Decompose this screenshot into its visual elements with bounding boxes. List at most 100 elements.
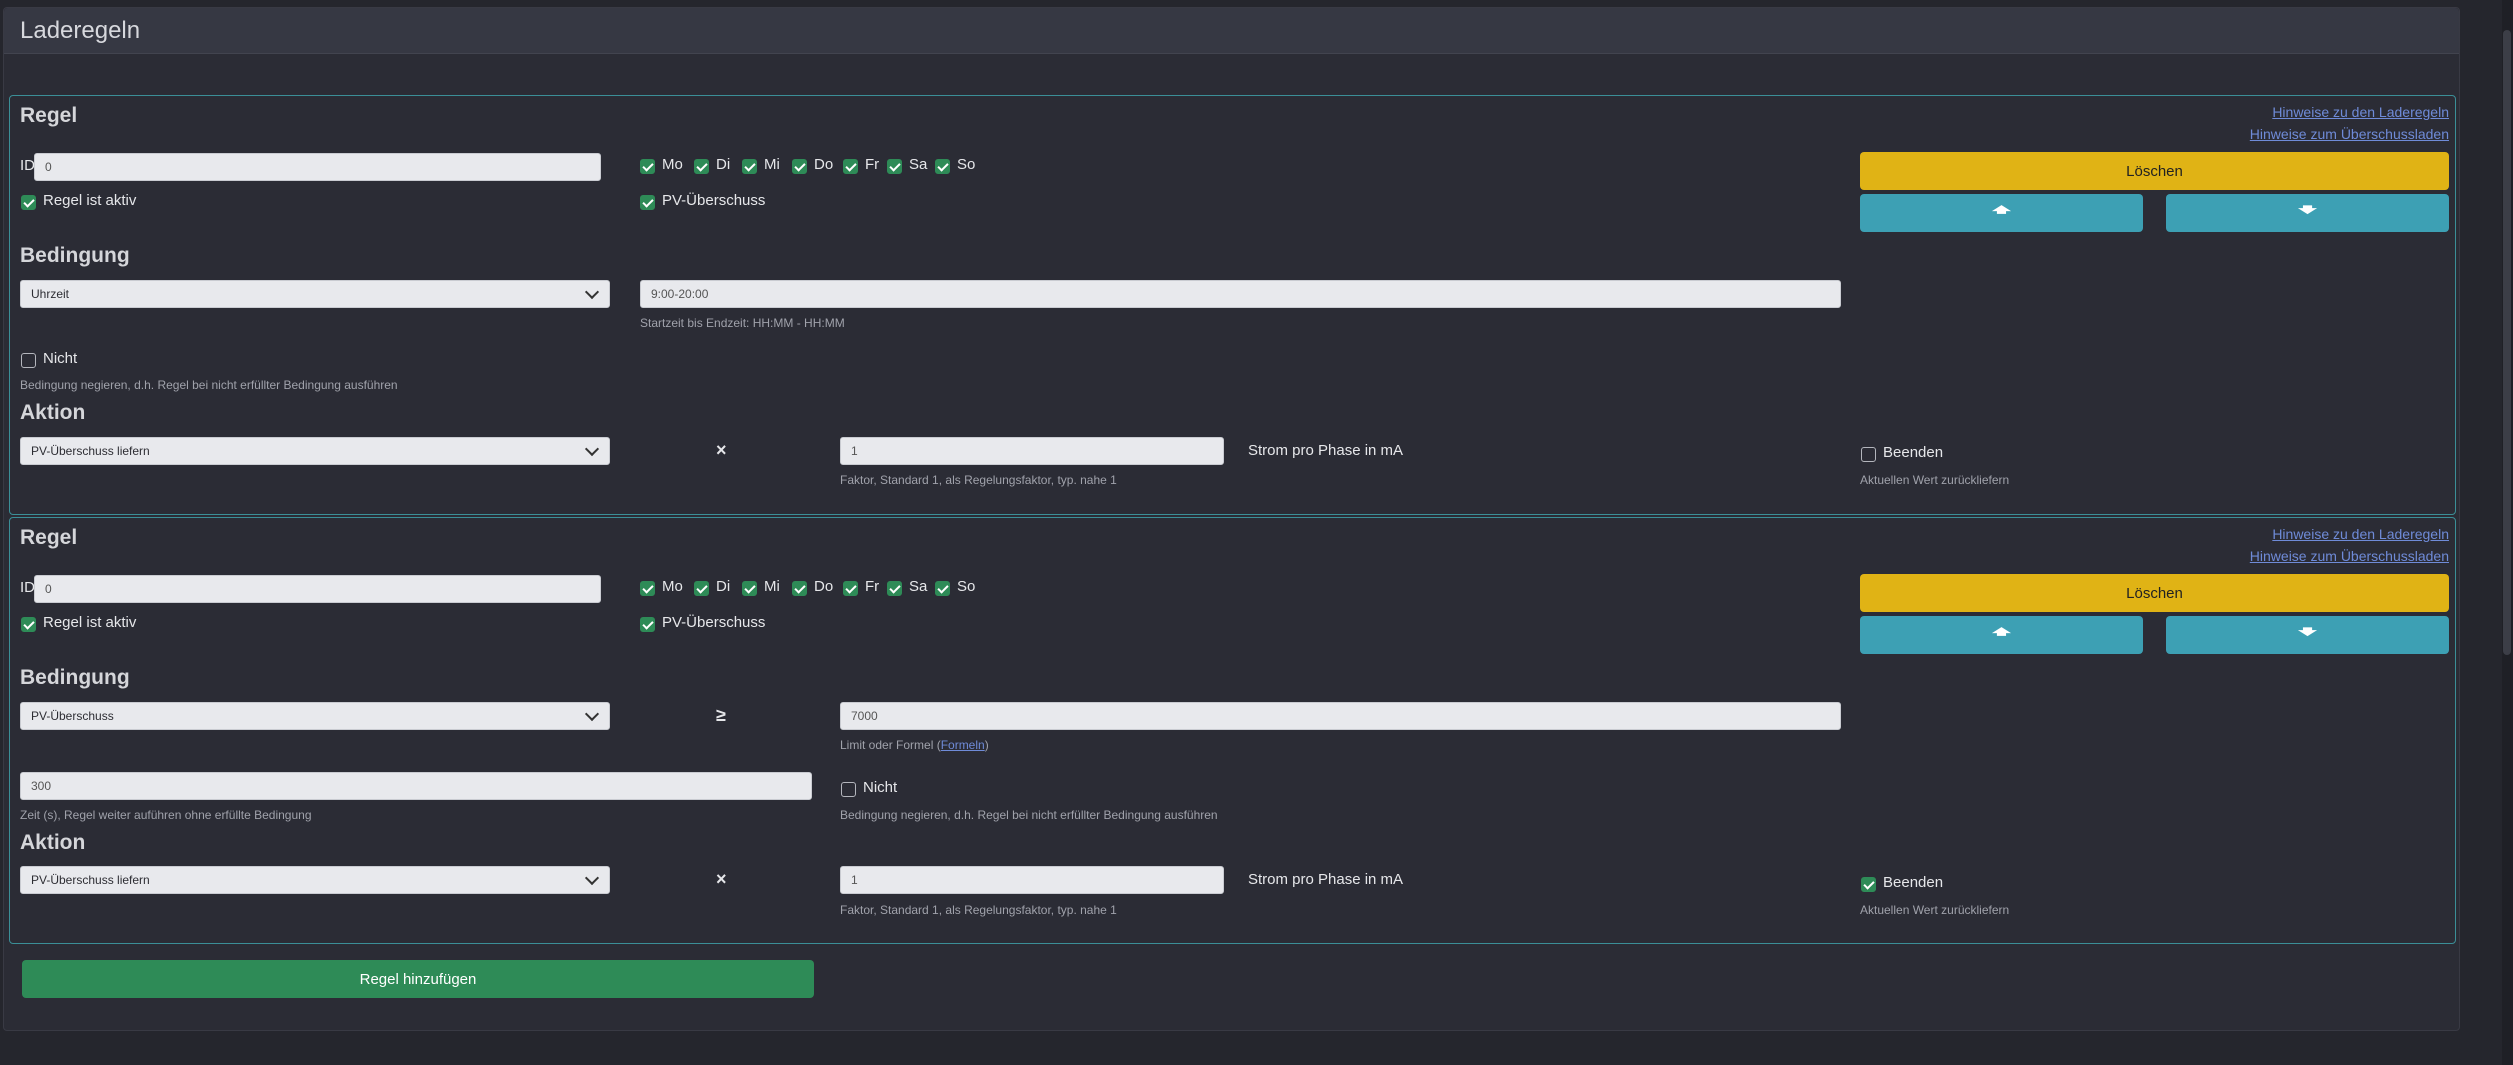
checkbox-do[interactable] — [792, 159, 807, 174]
checkbox-mo[interactable] — [640, 159, 655, 174]
condition-help: Limit oder Formel (Formeln) — [840, 738, 989, 752]
delete-button[interactable]: Löschen — [1860, 152, 2449, 190]
day-label-mo: Mo — [662, 156, 683, 173]
add-rule-button[interactable]: Regel hinzufügen — [22, 960, 814, 998]
day-label-sa: Sa — [909, 156, 928, 173]
link-laderegeln-hints[interactable]: Hinweise zu den Laderegeln — [2272, 104, 2449, 120]
rule-heading: Regel — [20, 526, 78, 549]
condition-type-value: PV-Überschuss — [31, 709, 114, 723]
weekday-selector: Mo Di Mi Do Fr Sa So — [640, 576, 1040, 600]
checkbox-pv-surplus[interactable] — [640, 195, 655, 210]
end-help: Aktuellen Wert zurückliefern — [1860, 473, 2010, 487]
checkbox-rule-active[interactable] — [21, 617, 36, 632]
delete-button[interactable]: Löschen — [1860, 574, 2449, 612]
chevron-down-icon — [584, 706, 600, 721]
day-label-di: Di — [716, 578, 731, 595]
factor-input[interactable]: 1 — [840, 437, 1224, 465]
not-label: Nicht — [43, 350, 78, 367]
time-input[interactable]: 300 — [20, 772, 812, 800]
link-ueberschuss-hints[interactable]: Hinweise zum Überschussladen — [2250, 548, 2449, 564]
unit-label: Strom pro Phase in mA — [1248, 871, 1404, 888]
arrow-down-icon: 🡃 — [2298, 622, 2317, 642]
factor-help: Faktor, Standard 1, als Regelungsfaktor,… — [840, 903, 1117, 917]
checkbox-mo[interactable] — [640, 581, 655, 596]
link-ueberschuss-hints[interactable]: Hinweise zum Überschussladen — [2250, 126, 2449, 142]
end-help: Aktuellen Wert zurückliefern — [1860, 903, 2010, 917]
rule-active-label: Regel ist aktiv — [43, 192, 137, 209]
action-type-value: PV-Überschuss liefern — [31, 444, 150, 458]
arrow-up-icon: 🡁 — [1992, 200, 2011, 220]
arrow-down-icon: 🡃 — [2298, 200, 2317, 220]
condition-help-prefix: Limit oder Formel ( — [840, 738, 941, 752]
day-label-fr: Fr — [865, 156, 880, 173]
checkbox-fr[interactable] — [843, 159, 858, 174]
move-down-button[interactable]: 🡃 — [2166, 194, 2449, 232]
end-label: Beenden — [1883, 874, 1944, 891]
action-type-select[interactable]: PV-Überschuss liefern — [20, 866, 610, 894]
day-label-sa: Sa — [909, 578, 928, 595]
checkbox-fr[interactable] — [843, 581, 858, 596]
checkbox-di[interactable] — [694, 581, 709, 596]
chevron-down-icon — [584, 870, 600, 885]
condition-help-suffix: ) — [984, 738, 989, 752]
condition-value-input[interactable]: 7000 — [840, 702, 1841, 730]
checkbox-mi[interactable] — [742, 159, 757, 174]
checkbox-sa[interactable] — [887, 159, 902, 174]
time-help: Zeit (s), Regel weiter auführen ohne erf… — [20, 808, 312, 822]
checkbox-di[interactable] — [694, 159, 709, 174]
id-label: ID — [20, 579, 35, 596]
condition-type-select[interactable]: PV-Überschuss — [20, 702, 610, 730]
greater-equal-icon: ≥ — [716, 705, 726, 725]
not-help: Bedingung negieren, d.h. Regel bei nicht… — [840, 808, 1218, 822]
pv-surplus-label: PV-Überschuss — [662, 192, 766, 209]
day-label-di: Di — [716, 156, 731, 173]
rule-active-label: Regel ist aktiv — [43, 614, 137, 631]
checkbox-mi[interactable] — [742, 581, 757, 596]
move-down-button[interactable]: 🡃 — [2166, 616, 2449, 654]
chevron-down-icon — [584, 284, 600, 299]
checkbox-so[interactable] — [935, 159, 950, 174]
not-help: Bedingung negieren, d.h. Regel bei nicht… — [20, 378, 398, 392]
arrow-up-icon: 🡁 — [1992, 622, 2011, 642]
not-label: Nicht — [863, 779, 898, 796]
day-label-mo: Mo — [662, 578, 683, 595]
condition-help: Startzeit bis Endzeit: HH:MM - HH:MM — [640, 316, 845, 330]
condition-value-input[interactable]: 9:00-20:00 — [640, 280, 1841, 308]
day-label-so: So — [957, 156, 976, 173]
condition-type-value: Uhrzeit — [31, 287, 70, 301]
day-label-fr: Fr — [865, 578, 880, 595]
checkbox-not[interactable] — [841, 782, 856, 797]
checkbox-pv-surplus[interactable] — [640, 617, 655, 632]
id-input[interactable]: 0 — [34, 575, 601, 603]
checkbox-so[interactable] — [935, 581, 950, 596]
formeln-link[interactable]: Formeln — [941, 738, 985, 752]
page-title: Laderegeln — [20, 17, 141, 44]
checkbox-not[interactable] — [21, 353, 36, 368]
card-header: Laderegeln — [4, 8, 2459, 54]
multiply-icon: × — [716, 869, 727, 889]
chevron-down-icon — [584, 441, 600, 456]
day-label-mi: Mi — [764, 578, 780, 595]
link-laderegeln-hints[interactable]: Hinweise zu den Laderegeln — [2272, 526, 2449, 542]
move-up-button[interactable]: 🡁 — [1860, 616, 2143, 654]
action-type-select[interactable]: PV-Überschuss liefern — [20, 437, 610, 465]
scrollbar-thumb[interactable] — [2503, 30, 2511, 655]
id-input[interactable]: 0 — [34, 153, 601, 181]
checkbox-rule-active[interactable] — [21, 195, 36, 210]
rule-2: Regel Hinweise zu den Laderegeln Hinweis… — [9, 517, 2456, 944]
condition-heading: Bedingung — [20, 666, 130, 689]
action-heading: Aktion — [20, 401, 86, 424]
checkbox-sa[interactable] — [887, 581, 902, 596]
rule-heading: Regel — [20, 104, 78, 127]
checkbox-do[interactable] — [792, 581, 807, 596]
weekday-selector: Mo Di Mi Do Fr Sa So — [640, 154, 1040, 178]
checkbox-end[interactable] — [1861, 877, 1876, 892]
condition-heading: Bedingung — [20, 244, 130, 267]
pv-surplus-label: PV-Überschuss — [662, 614, 766, 631]
checkbox-end[interactable] — [1861, 447, 1876, 462]
action-type-value: PV-Überschuss liefern — [31, 873, 150, 887]
day-label-do: Do — [814, 578, 834, 595]
factor-input[interactable]: 1 — [840, 866, 1224, 894]
condition-type-select[interactable]: Uhrzeit — [20, 280, 610, 308]
move-up-button[interactable]: 🡁 — [1860, 194, 2143, 232]
